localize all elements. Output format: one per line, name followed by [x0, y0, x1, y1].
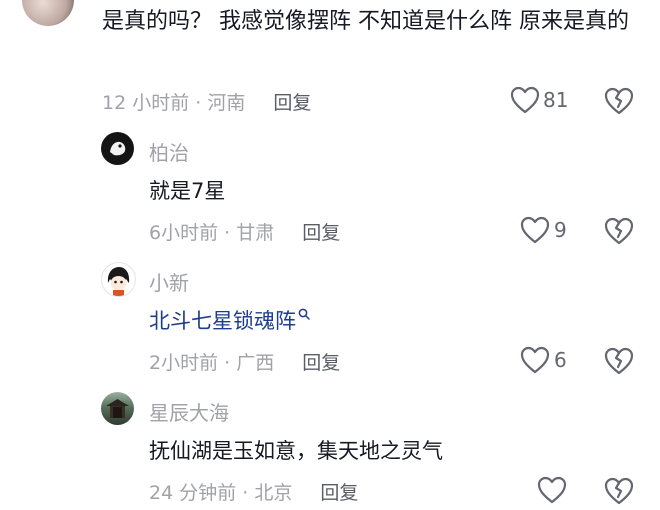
- like-button[interactable]: 9: [520, 216, 567, 244]
- reply-button[interactable]: 回复: [273, 88, 311, 115]
- reply-avatar[interactable]: [101, 262, 136, 297]
- reply-meta: 6小时前 · 甘肃 回复: [149, 218, 340, 245]
- reply-meta: 24 分钟前 · 北京 回复: [149, 478, 358, 505]
- like-button[interactable]: [537, 476, 571, 504]
- reply-button[interactable]: 回复: [302, 348, 340, 375]
- dislike-button[interactable]: [604, 87, 634, 119]
- dislike-button[interactable]: [604, 477, 634, 509]
- reply-username[interactable]: 柏治: [149, 137, 189, 166]
- reply-time-location: 24 分钟前 · 北京: [149, 482, 293, 504]
- reply-time-location: 6小时前 · 甘肃: [149, 222, 275, 244]
- avatar[interactable]: [22, 0, 74, 26]
- dislike-button[interactable]: [604, 347, 634, 379]
- reply-username[interactable]: 星辰大海: [149, 397, 229, 426]
- reply-username[interactable]: 小新: [149, 267, 189, 296]
- reply-button[interactable]: 回复: [320, 478, 358, 505]
- broken-heart-icon: [604, 217, 634, 249]
- reply-text: 抚仙湖是玉如意，集天地之灵气: [149, 439, 443, 463]
- broken-heart-icon: [604, 477, 634, 509]
- comment-text: 是真的吗？ 我感觉像摆阵 不知道是什么阵 原来是真的: [102, 9, 629, 34]
- heart-outline-icon: [510, 86, 540, 114]
- reply-text: 就是7星: [149, 179, 226, 203]
- reply-meta: 2小时前 · 广西 回复: [149, 348, 340, 375]
- comment-time-location: 12 小时前 · 河南: [102, 92, 246, 114]
- comment-meta: 12 小时前 · 河南 回复: [102, 88, 311, 115]
- like-button[interactable]: 6: [520, 346, 567, 374]
- broken-heart-icon: [604, 87, 634, 119]
- dislike-button[interactable]: [604, 217, 634, 249]
- like-count: 81: [543, 88, 569, 112]
- reply-time-location: 2小时前 · 广西: [149, 352, 275, 374]
- search-icon: [298, 301, 310, 325]
- search-keyword: 北斗七星锁魂阵: [149, 309, 296, 333]
- heart-outline-icon: [520, 216, 550, 244]
- heart-outline-icon: [520, 346, 550, 374]
- reply-avatar[interactable]: [101, 132, 134, 165]
- reply-text-link[interactable]: 北斗七星锁魂阵: [149, 305, 310, 335]
- like-count: 6: [554, 348, 567, 372]
- like-button[interactable]: 81: [510, 86, 568, 114]
- heart-outline-icon: [537, 476, 567, 504]
- like-count: 9: [554, 218, 567, 242]
- reply-avatar[interactable]: [101, 392, 134, 425]
- reply-button[interactable]: 回复: [302, 218, 340, 245]
- comment-thread: 是真的吗？ 我感觉像摆阵 不知道是什么阵 原来是真的 12 小时前 · 河南 回…: [0, 0, 660, 510]
- broken-heart-icon: [604, 347, 634, 379]
